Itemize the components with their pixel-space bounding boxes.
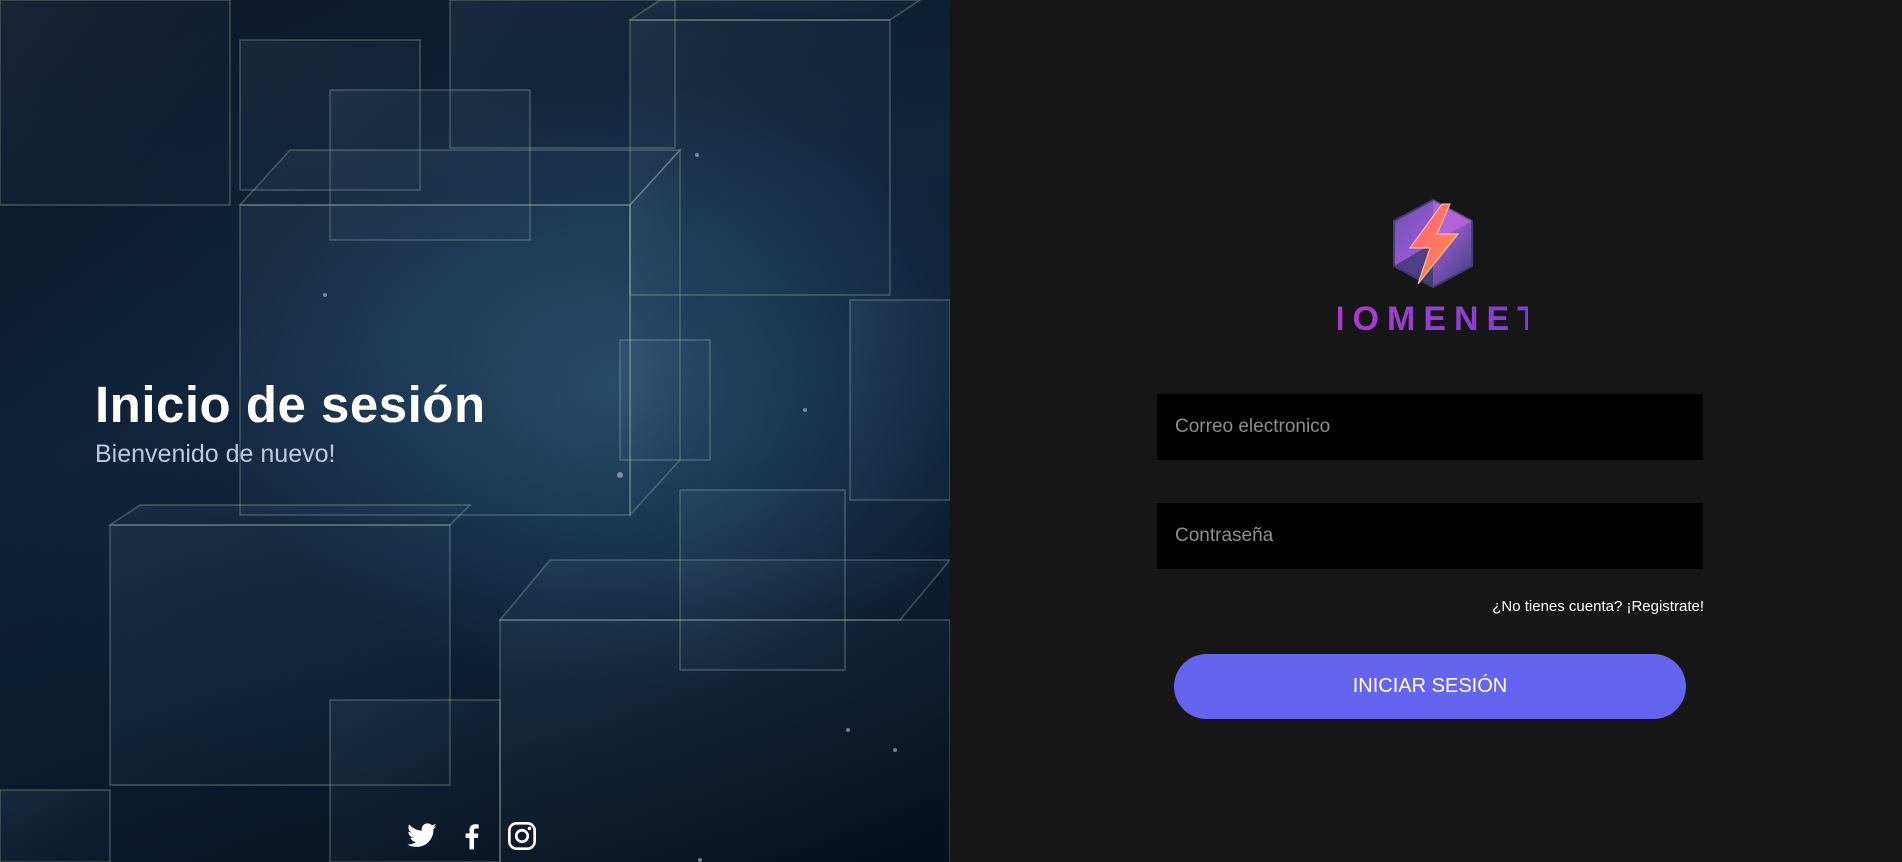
password-field[interactable] [1157,503,1703,569]
email-field[interactable] [1157,394,1703,460]
hero-panel: Inicio de sesión Bienvenido de nuevo! [0,0,950,862]
login-panel: HOMENET ¿No tienes cuenta? ¡Registrate! … [950,0,1902,862]
social-links [406,820,538,852]
register-link[interactable]: ¿No tienes cuenta? ¡Registrate! [1492,598,1704,615]
twitter-icon[interactable] [406,820,438,852]
login-button[interactable]: INICIAR SESIÓN [1174,654,1686,719]
hero-text: Inicio de sesión Bienvenido de nuevo! [95,375,486,469]
lightning-hexagon-icon: HOMENET [1320,198,1538,338]
welcome-subtitle: Bienvenido de nuevo! [95,440,336,468]
brand-wordmark: HOMENET [1338,300,1528,338]
page-title: Inicio de sesión [95,376,486,433]
facebook-icon[interactable] [456,820,488,852]
brand-logo: HOMENET [1320,196,1538,338]
instagram-icon[interactable] [506,820,538,852]
